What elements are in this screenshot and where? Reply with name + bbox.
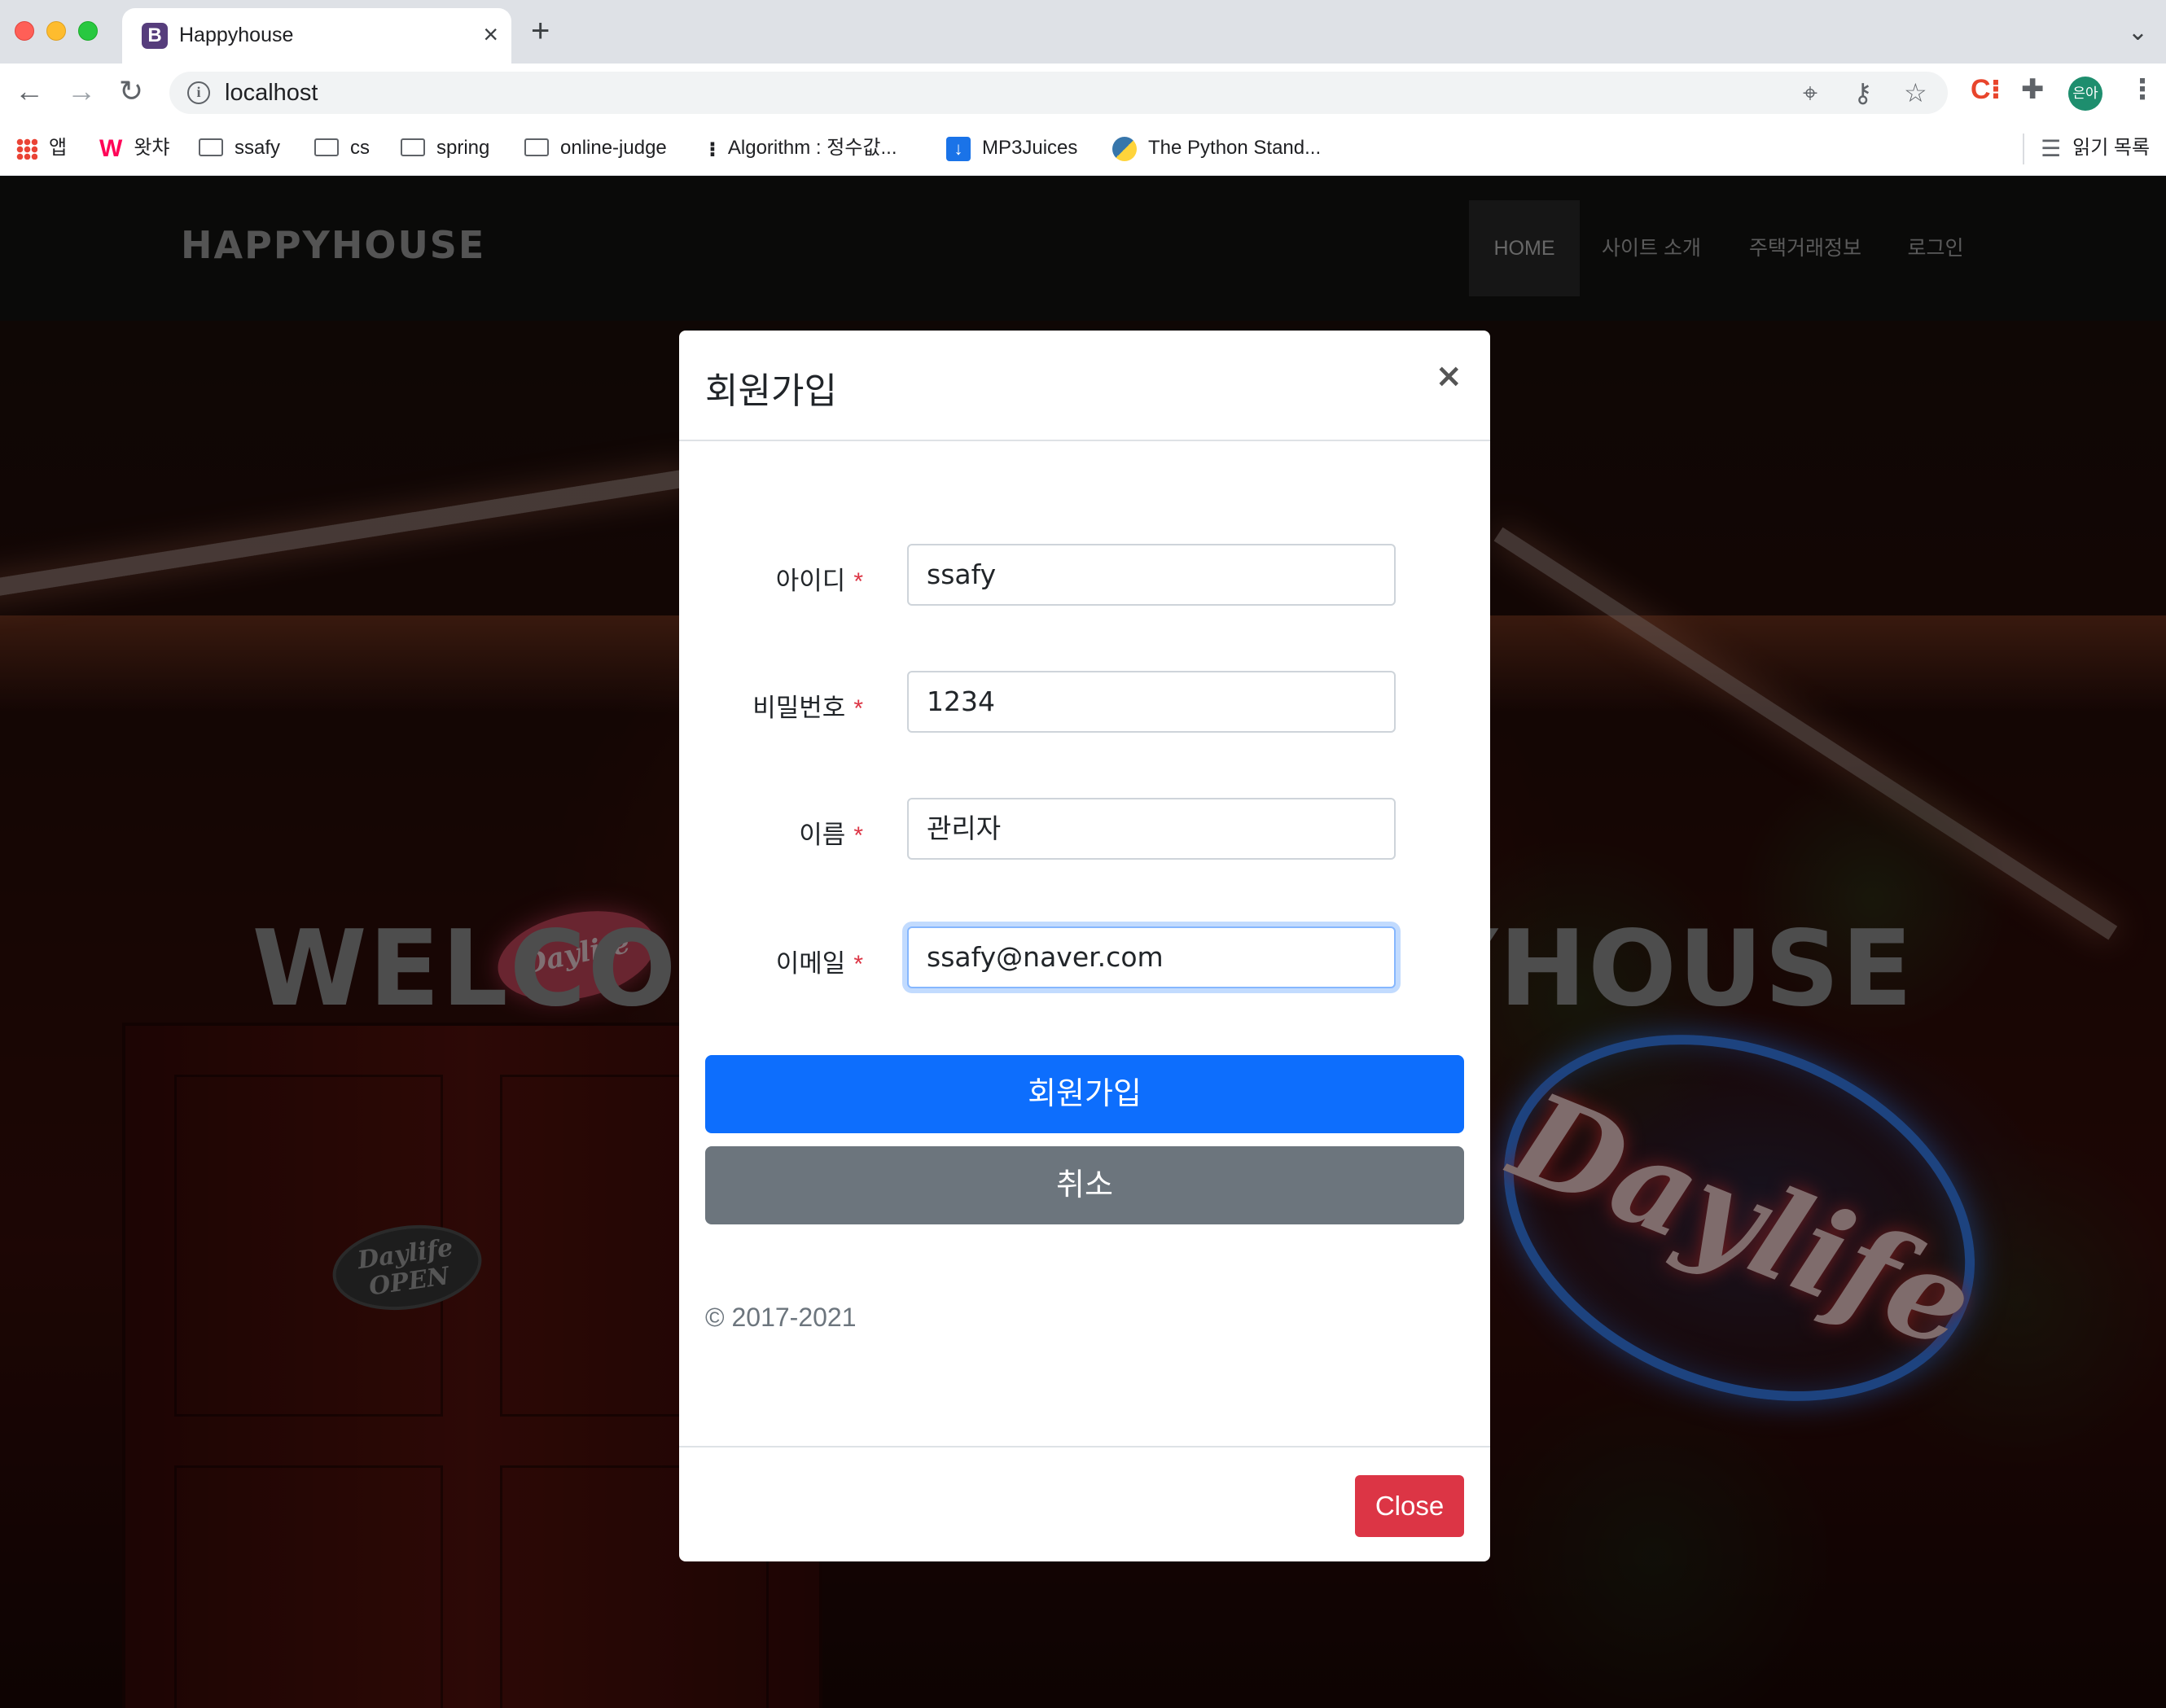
location-blocked-icon[interactable]: ⌖ xyxy=(1803,78,1817,107)
userid-input[interactable]: ssafy xyxy=(907,544,1396,606)
folder-icon xyxy=(199,138,223,156)
cancel-button[interactable]: 취소 xyxy=(705,1146,1464,1224)
bookmark-online-judge[interactable]: online-judge xyxy=(524,132,667,164)
profile-avatar[interactable]: 은아 xyxy=(2068,77,2102,111)
name-input[interactable]: 관리자 xyxy=(907,798,1396,860)
bookmark-python[interactable]: The Python Stand... xyxy=(1112,132,1321,164)
back-arrow-icon[interactable]: ← xyxy=(15,75,44,107)
required-mark: * xyxy=(853,951,863,978)
extension-c-icon[interactable]: C⁝ xyxy=(1971,75,2001,104)
folder-icon xyxy=(314,138,339,156)
password-input[interactable]: 1234 xyxy=(907,671,1396,733)
url-text[interactable]: localhost xyxy=(225,80,318,107)
bookmarks-bar: 앱 W 왓챠 ssafy cs spring online-judge ⁝ Algo… xyxy=(0,122,2166,176)
page-viewport: Daylife DaylifeOPEN Daylife WELCOME TO H… xyxy=(0,176,2166,1708)
forward-arrow-icon[interactable]: → xyxy=(67,75,96,107)
modal-footer: Close xyxy=(679,1446,1490,1561)
python-icon xyxy=(1112,136,1137,161)
password-label: 비밀번호 * xyxy=(752,694,863,722)
password-key-icon[interactable]: ⚷ xyxy=(1853,78,1872,107)
bookmark-star-icon[interactable]: ☆ xyxy=(1904,78,1927,107)
required-mark: * xyxy=(853,695,863,722)
browser-toolbar: ← → ↻ i localhost ⌖ ⚷ ☆ C⁝ ✚ 은아 ⋮ xyxy=(0,64,2166,122)
userid-label: 아이디 * xyxy=(775,567,863,595)
modal-header: 회원가입 × xyxy=(679,331,1490,441)
dots-icon: ⁝ xyxy=(708,136,717,161)
copyright-text: © 2017-2021 xyxy=(705,1303,857,1332)
signup-modal: 회원가입 × 아이디 * ssafy 비밀번호 * 1234 이름 * 관리자 이메일… xyxy=(679,331,1490,1561)
bookmark-cs[interactable]: cs xyxy=(314,132,370,164)
bookmark-mp3juices[interactable]: ↓ MP3Juices xyxy=(946,132,1077,164)
download-icon: ↓ xyxy=(946,136,971,161)
tab-close-icon[interactable]: × xyxy=(483,20,498,49)
email-label: 이메일 * xyxy=(775,949,863,978)
site-info-icon[interactable]: i xyxy=(187,81,210,104)
extensions-puzzle-icon[interactable]: ✚ xyxy=(2021,75,2045,104)
close-button[interactable]: Close xyxy=(1355,1475,1464,1537)
bootstrap-favicon-icon: B xyxy=(142,23,168,49)
name-label: 이름 * xyxy=(799,821,863,849)
bookmark-ssafy[interactable]: ssafy xyxy=(199,132,280,164)
signup-submit-button[interactable]: 회원가입 xyxy=(705,1055,1464,1133)
reload-icon[interactable]: ↻ xyxy=(119,75,143,107)
required-mark: * xyxy=(853,568,863,595)
bookmark-watcha[interactable]: W 왓챠 xyxy=(99,132,170,164)
apps-grid-icon xyxy=(16,138,37,160)
bookmark-algorithm[interactable]: ⁝ Algorithm : 정수값... xyxy=(708,132,897,164)
window-close-button[interactable] xyxy=(15,21,34,41)
address-bar[interactable]: i localhost ⌖ ⚷ ☆ xyxy=(169,72,1948,114)
tab-search-chevron-icon[interactable]: ⌄ xyxy=(2128,18,2148,46)
modal-title: 회원가입 xyxy=(705,371,837,411)
window-minimize-button[interactable] xyxy=(46,21,66,41)
window-zoom-button[interactable] xyxy=(78,21,98,41)
folder-icon xyxy=(524,138,549,156)
reading-list-button[interactable]: ☰ 읽기 목록 xyxy=(2041,132,2150,164)
email-input[interactable]: ssafy@naver.com xyxy=(907,926,1396,988)
modal-close-icon[interactable]: × xyxy=(1435,358,1462,394)
new-tab-button[interactable]: + xyxy=(531,15,550,47)
folder-icon xyxy=(401,138,425,156)
browser-tab-strip: B Happyhouse × + ⌄ xyxy=(0,0,2166,64)
tab-title: Happyhouse xyxy=(179,24,294,46)
reading-list-icon: ☰ xyxy=(2041,135,2062,161)
bookmark-spring[interactable]: spring xyxy=(401,132,489,164)
required-mark: * xyxy=(853,822,863,849)
browser-tab[interactable]: B Happyhouse × xyxy=(122,8,511,64)
browser-menu-icon[interactable]: ⋮ xyxy=(2129,75,2156,104)
bookmarks-separator xyxy=(2023,134,2024,164)
bookmark-apps[interactable]: 앱 xyxy=(16,132,67,164)
watcha-icon: W xyxy=(99,134,123,162)
